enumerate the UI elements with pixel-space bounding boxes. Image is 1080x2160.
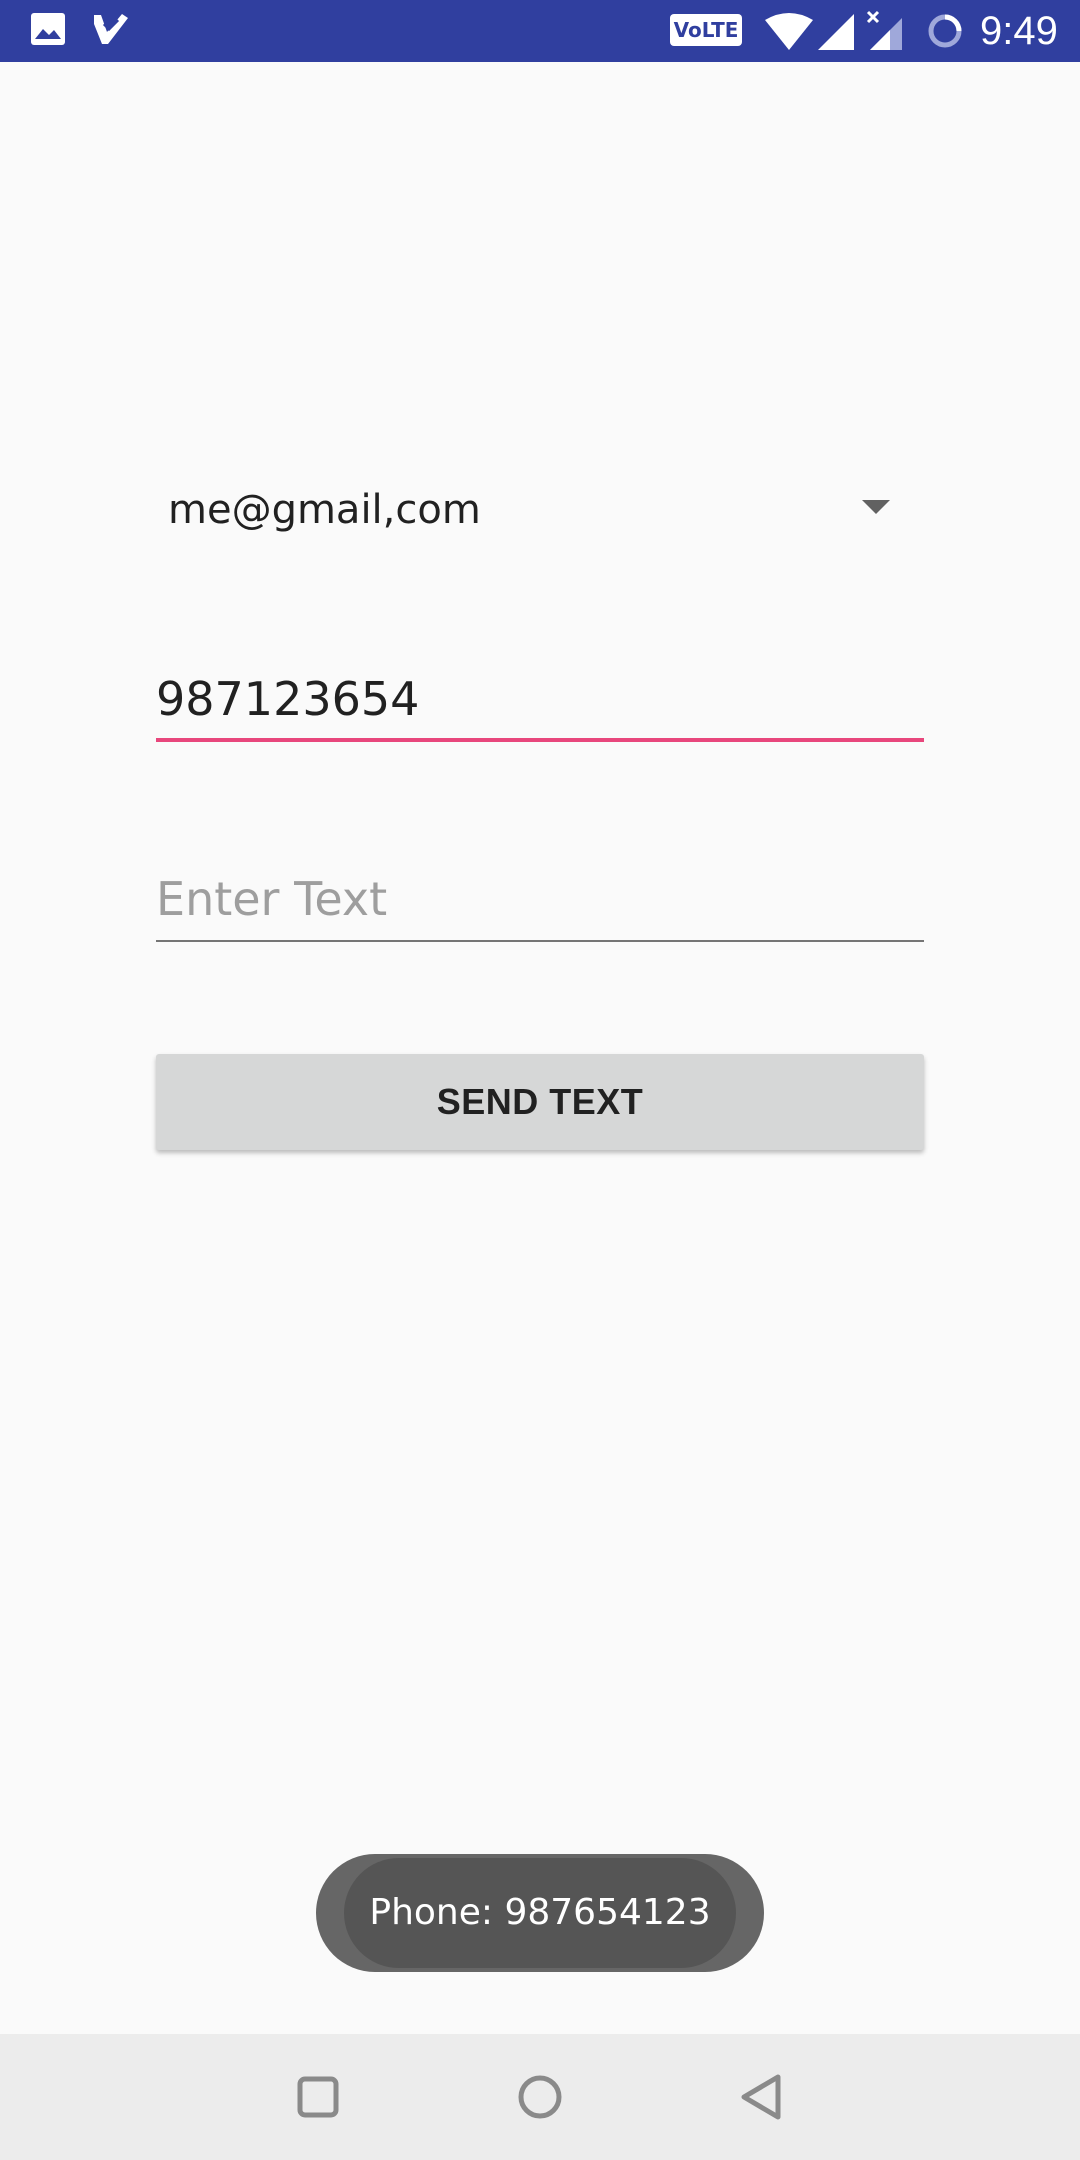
screen: VoLTE 9:49 me@gmail,com SEND TEXT <box>0 0 1080 2160</box>
recents-icon[interactable] <box>285 2064 351 2130</box>
wifi-icon <box>765 13 813 50</box>
check-icon <box>94 14 128 44</box>
home-icon[interactable] <box>507 2064 573 2130</box>
phone-field-container <box>156 660 924 742</box>
signal-icon <box>818 14 854 50</box>
status-time: 9:49 <box>980 9 1058 53</box>
toast: Phone: 987654123 <box>316 1854 764 1972</box>
gallery-icon <box>31 13 65 45</box>
toast-message: Phone: 987654123 <box>369 1892 711 1933</box>
navigation-bar <box>0 2034 1080 2160</box>
volte-icon: VoLTE <box>670 14 742 46</box>
message-field[interactable] <box>156 860 924 938</box>
spinner-selected-value: me@gmail,com <box>168 487 481 533</box>
phone-field[interactable] <box>156 660 924 738</box>
send-text-button[interactable]: SEND TEXT <box>156 1054 924 1150</box>
dropdown-arrow-icon <box>862 500 890 514</box>
message-field-underline <box>156 940 924 942</box>
message-field-container <box>156 860 924 942</box>
signal-x-icon <box>866 10 902 50</box>
status-bar: VoLTE 9:49 <box>0 0 1080 62</box>
account-spinner[interactable]: me@gmail,com <box>156 470 896 550</box>
loading-icon <box>928 14 962 48</box>
back-icon[interactable] <box>730 2064 796 2130</box>
phone-field-underline <box>156 738 924 742</box>
